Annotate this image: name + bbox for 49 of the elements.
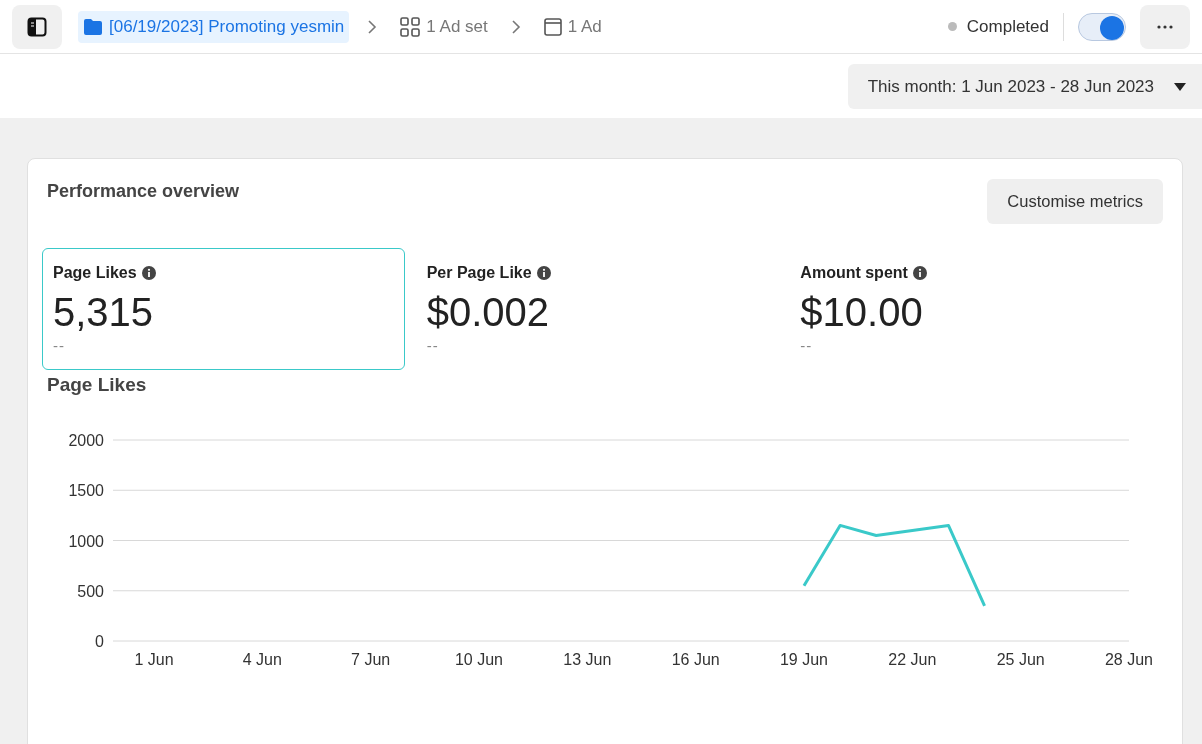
- metric-comparison: --: [53, 337, 66, 354]
- axis-label: 7 Jun: [351, 651, 391, 668]
- axis-label: 1000: [68, 532, 104, 550]
- axis-label: 4 Jun: [242, 651, 282, 668]
- info-icon[interactable]: [141, 266, 156, 280]
- metric-value: $10.00: [800, 290, 924, 335]
- metric-value: 5,315: [53, 290, 155, 335]
- axis-label: 0: [95, 633, 104, 650]
- metric-comparison: --: [800, 337, 814, 354]
- breadcrumb-link[interactable]: [06/19/2023] Promoting yesmin: [78, 10, 350, 43]
- chevron-right-icon: [367, 19, 378, 34]
- more-icon: [1157, 24, 1173, 29]
- metric-card[interactable]: Per Page Like $0.002 --: [415, 248, 779, 370]
- metric-card[interactable]: Page Likes 5,315 --: [42, 248, 405, 370]
- chevron-right-icon: [510, 19, 521, 34]
- axis-label: 13 Jun: [563, 651, 612, 668]
- metric-label: Page Likes: [53, 264, 137, 282]
- chart-title: Page Likes: [47, 374, 148, 396]
- sidebar-toggle-button[interactable]: [12, 4, 62, 49]
- axis-label: 2000: [68, 432, 104, 449]
- metric-label: Per Page Like: [426, 264, 532, 282]
- sidebar-icon: [27, 16, 47, 37]
- card-title: Performance overview: [47, 181, 240, 202]
- toggle-switch[interactable]: [1078, 12, 1126, 41]
- metric-label: Amount spent: [800, 264, 908, 282]
- grid-icon: [400, 16, 421, 37]
- axis-label: 22 Jun: [888, 651, 937, 668]
- date-range-button[interactable]: This month: 1 Jun 2023 - 28 Jun 2023: [847, 64, 1202, 109]
- axis-label: 16 Jun: [671, 651, 720, 668]
- axis-label: 25 Jun: [996, 651, 1045, 668]
- status-dot: [947, 22, 957, 31]
- metric-comparison: --: [426, 337, 440, 354]
- breadcrumb-link[interactable]: 1 Ad: [538, 10, 607, 43]
- status-label: Completed: [966, 16, 1049, 37]
- metric-value: $0.002: [426, 290, 550, 335]
- folder-icon: [83, 17, 103, 36]
- breadcrumb-link[interactable]: 1 Ad set: [395, 10, 493, 43]
- customise-metrics-button[interactable]: Customise metrics: [987, 179, 1163, 224]
- info-icon[interactable]: [536, 266, 551, 280]
- axis-label: 500: [77, 582, 104, 600]
- metric-card[interactable]: Amount spent $10.00 --: [789, 248, 1152, 370]
- axis-label: 10 Jun: [455, 651, 503, 668]
- info-icon[interactable]: [912, 266, 927, 280]
- axis-label: 19 Jun: [780, 651, 828, 668]
- caret-icon: [1174, 82, 1186, 91]
- axis-label: 1 Jun: [134, 651, 174, 668]
- axis-label: 28 Jun: [1105, 651, 1153, 668]
- axis-label: 1500: [68, 482, 104, 500]
- window-icon: [543, 17, 562, 36]
